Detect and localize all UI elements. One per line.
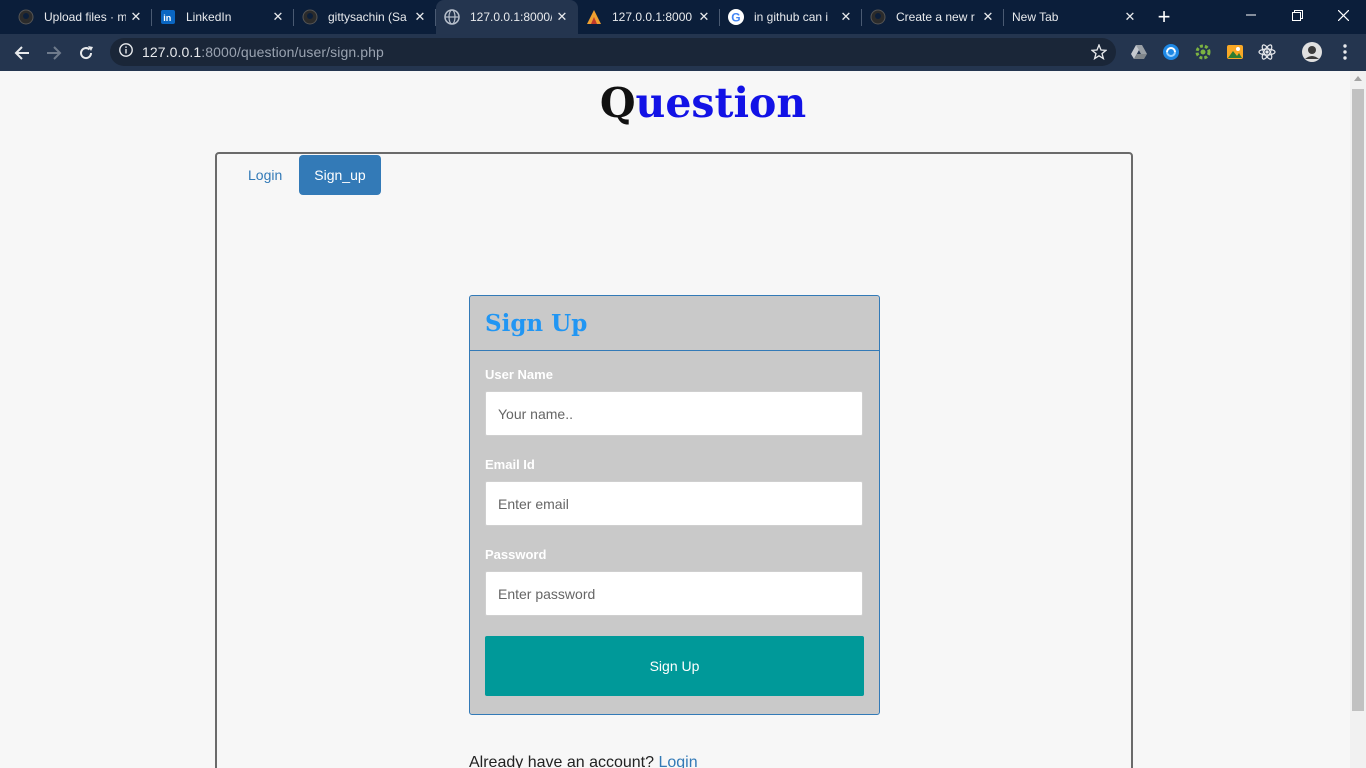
address-bar[interactable]: 127.0.0.1:8000/question/user/sign.php: [110, 38, 1116, 66]
browser-menu-icon[interactable]: [1335, 42, 1355, 62]
close-tab-icon[interactable]: ✕: [410, 7, 430, 27]
browser-tab[interactable]: gittysachin (Sa ✕: [294, 0, 436, 34]
tab-title: New Tab: [1012, 10, 1059, 24]
forward-icon[interactable]: [40, 39, 68, 67]
bookmark-star-icon[interactable]: [1090, 43, 1108, 61]
site-title-rest: uestion: [635, 79, 807, 127]
page-viewport: Question Login Sign_up Sign Up User Name…: [0, 71, 1350, 768]
drive-extension-icon[interactable]: [1129, 42, 1149, 62]
close-tab-icon[interactable]: ✕: [552, 7, 572, 27]
login-link[interactable]: Login: [658, 754, 697, 768]
content-panel: Login Sign_up Sign Up User Name Email Id…: [215, 152, 1133, 768]
tab-title: 127.0.0.1:8000/: [470, 10, 552, 24]
close-tab-icon[interactable]: ✕: [126, 7, 146, 27]
close-tab-icon[interactable]: ✕: [268, 7, 288, 27]
google-icon: G: [728, 9, 744, 25]
login-prompt-text: Already have an account?: [469, 754, 655, 768]
url-path: :8000/question/user/sign.php: [201, 44, 384, 60]
nav-tabs: Login Sign_up: [233, 155, 383, 195]
browser-tab-strip: Upload files · m ✕ in LinkedIn ✕ gittysa…: [0, 0, 1366, 34]
github-icon: [302, 9, 318, 25]
browser-tab[interactable]: New Tab ✕: [1004, 0, 1146, 34]
site-title: Question: [0, 77, 1350, 129]
profile-avatar-icon[interactable]: [1302, 42, 1322, 62]
tab-title: gittysachin (Sa: [328, 10, 407, 24]
email-label: Email Id: [485, 457, 535, 472]
browser-tab[interactable]: G in github can i ✕: [720, 0, 862, 34]
browser-tab[interactable]: Create a new r ✕: [862, 0, 1004, 34]
back-icon[interactable]: [8, 39, 36, 67]
signup-card-header: Sign Up: [470, 296, 879, 351]
url-host: 127.0.0.1: [142, 44, 202, 60]
signup-card-title: Sign Up: [485, 309, 588, 337]
password-label: Password: [485, 547, 547, 562]
scrollbar-thumb[interactable]: [1352, 89, 1364, 711]
picture-extension-icon[interactable]: [1225, 42, 1245, 62]
linkedin-icon: in: [160, 9, 176, 25]
username-input[interactable]: [485, 391, 863, 436]
close-tab-icon[interactable]: ✕: [978, 7, 998, 27]
reload-icon[interactable]: [72, 39, 100, 67]
username-label: User Name: [485, 367, 553, 382]
tab-sign-up[interactable]: Sign_up: [299, 155, 381, 195]
login-prompt: Already have an account? Login: [469, 754, 698, 768]
globe-icon: [444, 9, 460, 25]
minimize-icon[interactable]: [1228, 0, 1274, 30]
password-input[interactable]: [485, 571, 863, 616]
browser-tab-active[interactable]: 127.0.0.1:8000/ ✕: [436, 0, 578, 34]
tab-title: 127.0.0.1:8000: [612, 10, 693, 24]
browser-toolbar: 127.0.0.1:8000/question/user/sign.php: [0, 34, 1366, 71]
page-scrollbar[interactable]: [1350, 71, 1366, 768]
close-tab-icon[interactable]: ✕: [694, 7, 714, 27]
tab-title: LinkedIn: [186, 10, 232, 24]
tab-login[interactable]: Login: [233, 155, 297, 195]
site-logo-icon: [586, 9, 602, 25]
tab-title: Create a new r: [896, 10, 975, 24]
browser-tab[interactable]: in LinkedIn ✕: [152, 0, 294, 34]
scroll-up-arrow-icon[interactable]: [1354, 76, 1362, 81]
browser-tab[interactable]: Upload files · m ✕: [10, 0, 152, 34]
signup-card: Sign Up User Name Email Id Password Sign…: [469, 295, 880, 715]
email-input[interactable]: [485, 481, 863, 526]
browser-tab[interactable]: 127.0.0.1:8000 ✕: [578, 0, 720, 34]
svg-text:G: G: [731, 11, 740, 25]
restore-icon[interactable]: [1274, 0, 1320, 30]
new-tab-icon[interactable]: +: [1152, 4, 1176, 29]
tab-title: Upload files · m: [44, 10, 126, 24]
site-title-first-letter: Q: [599, 79, 636, 127]
close-tab-icon[interactable]: ✕: [1120, 7, 1140, 27]
signup-form: User Name Email Id Password Sign Up: [470, 351, 879, 696]
close-tab-icon[interactable]: ✕: [836, 7, 856, 27]
react-devtools-icon[interactable]: [1257, 42, 1277, 62]
sign-up-button[interactable]: Sign Up: [485, 636, 864, 696]
github-icon: [870, 9, 886, 25]
github-icon: [18, 9, 34, 25]
close-window-icon[interactable]: [1320, 0, 1366, 30]
tab-title: in github can i: [754, 10, 829, 24]
svg-text:in: in: [163, 13, 171, 23]
sync-extension-icon[interactable]: [1161, 42, 1181, 62]
settings-extension-icon[interactable]: [1193, 42, 1213, 62]
site-info-icon[interactable]: [119, 42, 133, 62]
